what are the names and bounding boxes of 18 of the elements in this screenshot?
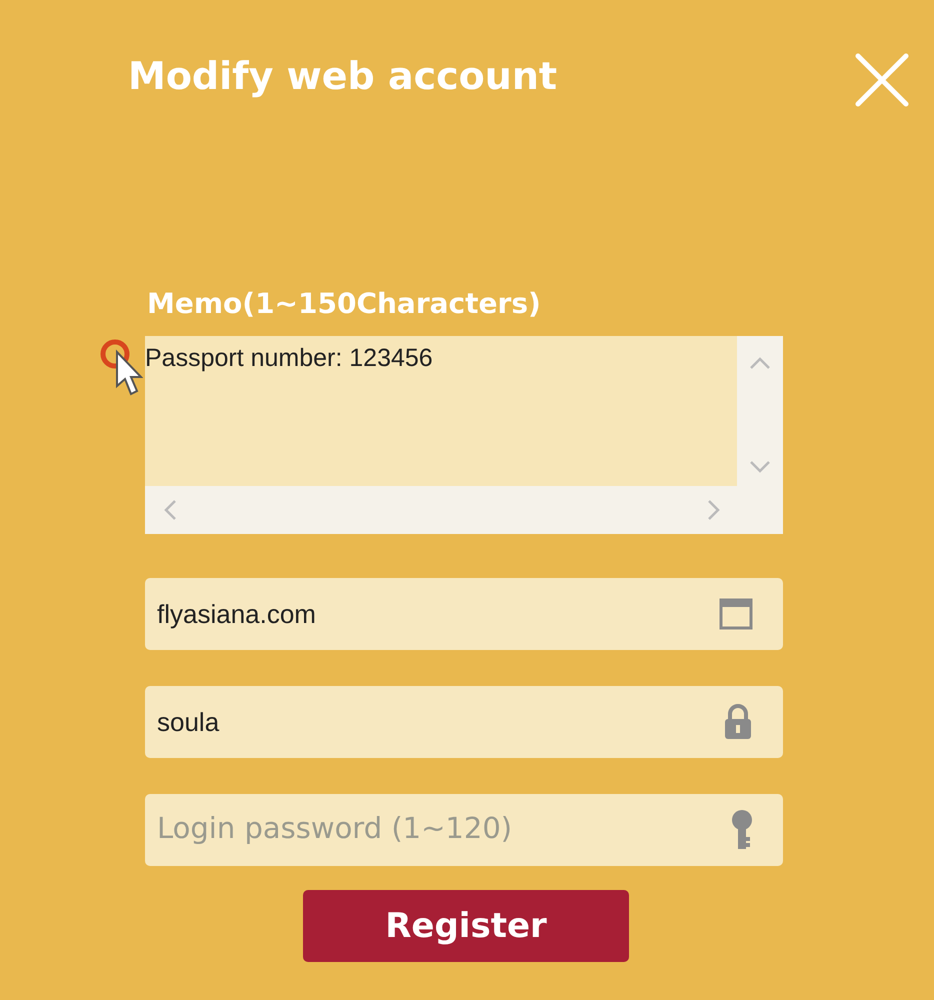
- memo-text: Passport number: 123456: [145, 336, 737, 486]
- lock-icon: [723, 703, 753, 741]
- chevron-left-icon[interactable]: [163, 499, 177, 521]
- chevron-right-icon[interactable]: [707, 499, 721, 521]
- input-field[interactable]: soula: [145, 686, 783, 758]
- close-icon: [854, 52, 910, 108]
- dialog-title: Modify web account: [128, 53, 558, 100]
- chevron-up-icon[interactable]: [749, 356, 771, 370]
- input-field[interactable]: Login password (1~120): [145, 794, 783, 866]
- key-icon: [731, 809, 753, 851]
- cursor-icon: [99, 338, 143, 398]
- close-button[interactable]: [854, 52, 910, 108]
- input-field[interactable]: flyasiana.com: [145, 578, 783, 650]
- chevron-down-icon[interactable]: [749, 460, 771, 474]
- text-area[interactable]: Passport number: 123456: [145, 336, 783, 534]
- window-icon: [719, 597, 753, 631]
- memo-label: Memo(1~150Characters): [147, 286, 541, 322]
- register-button[interactable]: Register: [303, 890, 629, 962]
